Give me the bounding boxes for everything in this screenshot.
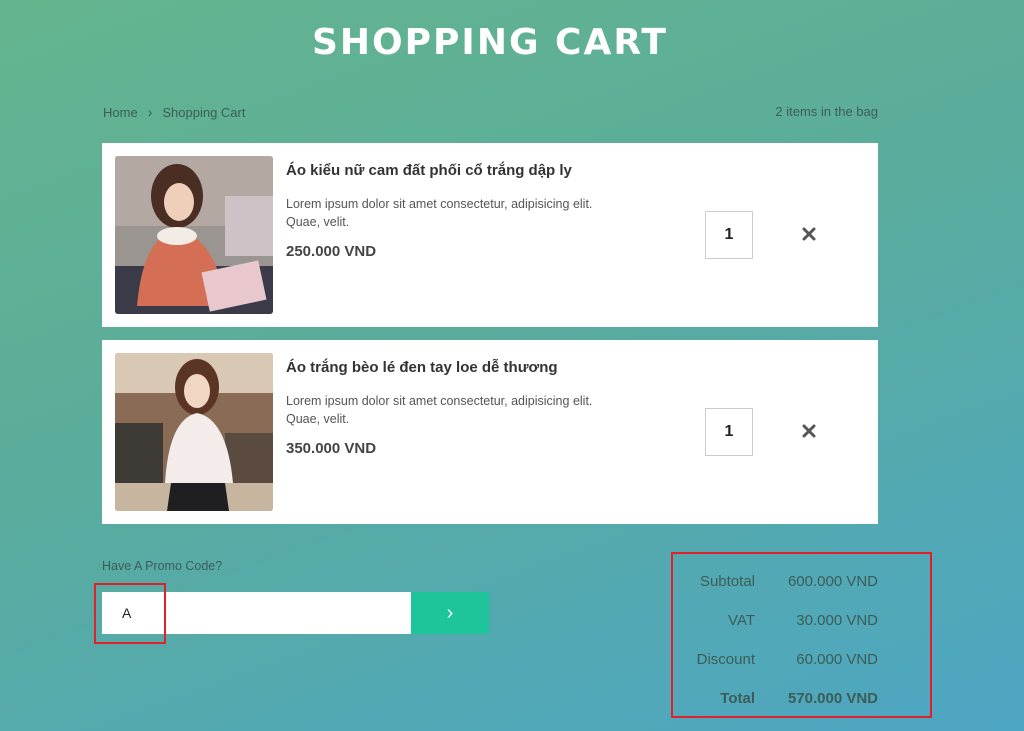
cart-item: Áo trắng bèo lé đen tay loe dễ thương Lo… bbox=[102, 340, 878, 524]
cart-item: Áo kiểu nữ cam đất phối cổ trắng dập ly … bbox=[102, 143, 878, 327]
product-name[interactable]: Áo trắng bèo lé đen tay loe dễ thương bbox=[286, 359, 558, 376]
promo-label: Have A Promo Code? bbox=[102, 559, 223, 573]
remove-item-button[interactable] bbox=[798, 223, 820, 245]
product-description: Lorem ipsum dolor sit amet consectetur, … bbox=[286, 394, 593, 426]
summary-subtotal-row: Subtotal 600.000 VND bbox=[672, 562, 878, 601]
promo-code-input[interactable] bbox=[102, 592, 411, 634]
chevron-right-icon: › bbox=[446, 601, 454, 624]
subtotal-label: Subtotal bbox=[699, 573, 755, 590]
promo-submit-button[interactable]: › bbox=[411, 592, 489, 634]
vat-value: 30.000 VND bbox=[796, 612, 878, 629]
product-name[interactable]: Áo kiểu nữ cam đất phối cổ trắng dập ly bbox=[286, 162, 572, 179]
summary-vat-row: VAT 30.000 VND bbox=[672, 601, 878, 640]
product-price: 350.000 VND bbox=[286, 440, 377, 457]
order-summary: Subtotal 600.000 VND VAT 30.000 VND Disc… bbox=[672, 562, 878, 718]
total-label: Total bbox=[720, 690, 755, 707]
bag-count: 2 items in the bag bbox=[775, 104, 878, 119]
discount-label: Discount bbox=[696, 651, 755, 668]
vat-label: VAT bbox=[728, 612, 755, 629]
quantity-input[interactable] bbox=[705, 211, 753, 259]
chevron-right-icon: › bbox=[147, 104, 153, 120]
subtotal-value: 600.000 VND bbox=[787, 573, 878, 590]
close-icon bbox=[802, 227, 816, 241]
page-title: Shopping Cart bbox=[312, 22, 668, 63]
close-icon bbox=[802, 424, 816, 438]
product-price: 250.000 VND bbox=[286, 243, 377, 260]
product-image bbox=[115, 353, 273, 511]
breadcrumb: Home › Shopping Cart bbox=[103, 104, 245, 120]
discount-value: 60.000 VND bbox=[796, 651, 878, 668]
total-value: 570.000 VND bbox=[787, 690, 878, 707]
breadcrumb-current: Shopping Cart bbox=[162, 104, 246, 120]
remove-item-button[interactable] bbox=[798, 420, 820, 442]
breadcrumb-home-link[interactable]: Home bbox=[103, 105, 138, 120]
product-description: Lorem ipsum dolor sit amet consectetur, … bbox=[286, 197, 593, 229]
product-image bbox=[115, 156, 273, 314]
summary-discount-row: Discount 60.000 VND bbox=[672, 640, 878, 679]
summary-total-row: Total 570.000 VND bbox=[672, 679, 878, 718]
quantity-input[interactable] bbox=[705, 408, 753, 456]
